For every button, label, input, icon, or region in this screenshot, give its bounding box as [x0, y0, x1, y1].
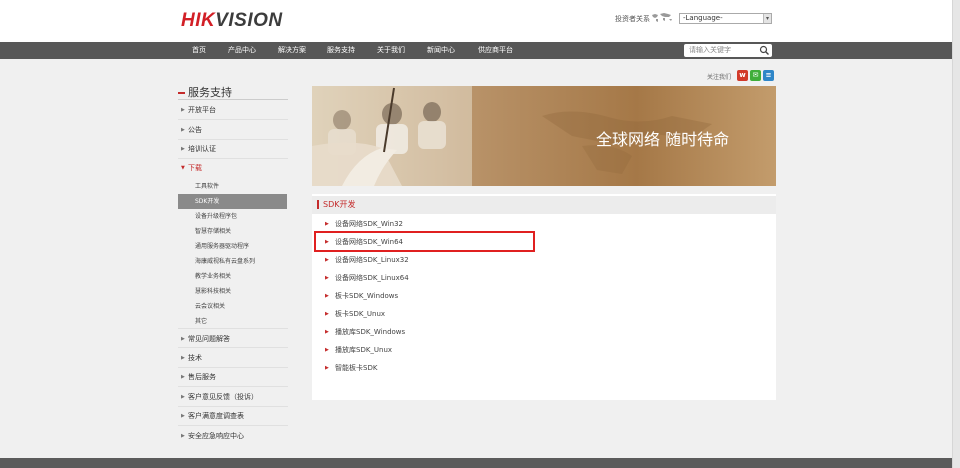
wechat-icon[interactable]: ✉ [750, 70, 761, 81]
nav-item-suppliers[interactable]: 供应商平台 [478, 42, 513, 59]
nav-item-news[interactable]: 新闻中心 [427, 42, 455, 59]
caret-right-icon: ▶ [181, 355, 185, 361]
caret-right-icon: ▶ [181, 127, 185, 133]
sidebar-item-training[interactable]: ▶ 培训认证 [178, 139, 288, 159]
search-input[interactable]: 请输入关键字 [684, 44, 772, 57]
sidebar-item-survey[interactable]: ▶ 客户满意度调查表 [178, 406, 288, 426]
caret-right-icon: ▶ [181, 107, 185, 113]
sdk-link-player-unux[interactable]: ▶ 播放库SDK_Unux [322, 344, 392, 356]
caret-right-icon: ▶ [325, 329, 329, 335]
sidebar-subitem-server-drivers[interactable]: 通用服务器驱动程序 [178, 239, 287, 254]
sdk-link-card-windows[interactable]: ▶ 板卡SDK_Windows [322, 290, 398, 302]
hikvision-logo[interactable]: HIKVISION [181, 10, 283, 32]
follow-us-label: 关注我们 [707, 74, 732, 81]
sidebar-item-announcements[interactable]: ▶ 公告 [178, 120, 288, 140]
title-marker-icon [178, 92, 185, 94]
highlight-box [314, 231, 535, 252]
caret-right-icon: ▶ [325, 311, 329, 317]
sdk-link-card-unux[interactable]: ▶ 板卡SDK_Unux [322, 308, 385, 320]
hero-banner: 全球网络 随时待命 [312, 86, 776, 186]
caret-right-icon: ▶ [325, 257, 329, 263]
vertical-scrollbar[interactable] [952, 0, 960, 468]
sdk-link-smart-card[interactable]: ▶ 智能板卡SDK [322, 362, 377, 374]
main-nav: 首页 产品中心 解决方案 服务支持 关于我们 新闻中心 供应商平台 [0, 42, 952, 59]
banner-image: 全球网络 随时待命 [312, 86, 776, 186]
nav-item-about[interactable]: 关于我们 [377, 42, 405, 59]
title-marker-icon [317, 200, 319, 209]
caret-down-icon: ▼ [181, 165, 185, 171]
sidebar-subitem-cloud-meeting[interactable]: 云会议相关 [178, 299, 287, 314]
sidebar-subitem-private-cloud[interactable]: 海康威视私有云盘系列 [178, 254, 287, 269]
sidebar-subitem-firmware[interactable]: 设备升级程序包 [178, 209, 287, 224]
sidebar-title: 服务支持 [178, 84, 232, 100]
sidebar-subitem-tools[interactable]: 工具软件 [178, 179, 287, 194]
caret-right-icon: ▶ [325, 365, 329, 371]
caret-right-icon: ▶ [325, 221, 329, 227]
caret-right-icon: ▶ [325, 347, 329, 353]
sidebar-subitem-sdk[interactable]: SDK开发 [178, 194, 287, 209]
sidebar-item-tech[interactable]: ▶ 技术 [178, 348, 288, 368]
nav-item-home[interactable]: 首页 [192, 42, 206, 59]
nav-item-support[interactable]: 服务支持 [327, 42, 355, 59]
search-icon[interactable] [759, 45, 770, 56]
caret-right-icon: ▶ [181, 374, 185, 380]
sidebar-item-faq[interactable]: ▶ 常见问题解答 [178, 328, 288, 348]
sidebar-item-open-platform[interactable]: ▶ 开放平台 [178, 100, 288, 120]
sidebar-item-feedback[interactable]: ▶ 客户意见反馈（投诉） [178, 387, 288, 407]
chevron-down-icon[interactable]: ▾ [763, 14, 771, 23]
nav-item-products[interactable]: 产品中心 [228, 42, 256, 59]
site-header: HIKVISION 投资者关系 -Language- ▾ [0, 0, 952, 42]
caret-right-icon: ▶ [181, 336, 185, 342]
sidebar-item-after-sales[interactable]: ▶ 售后服务 [178, 367, 288, 387]
banner-slogan: 全球网络 随时待命 [596, 130, 729, 149]
caret-right-icon: ▶ [181, 394, 185, 400]
caret-right-icon: ▶ [325, 275, 329, 281]
nav-item-solutions[interactable]: 解决方案 [278, 42, 306, 59]
caret-right-icon: ▶ [181, 433, 185, 439]
site-footer [0, 458, 952, 468]
sidebar-subitem-other[interactable]: 其它 [178, 314, 287, 329]
language-select[interactable]: -Language- ▾ [679, 13, 772, 24]
sdk-link-win32[interactable]: ▶ 设备网络SDK_Win32 [322, 218, 403, 230]
sidebar-item-security-response[interactable]: ▶ 安全应急响应中心 [178, 426, 288, 446]
sidebar-subitem-smart-storage[interactable]: 智慧存储相关 [178, 224, 287, 239]
sdk-link-player-windows[interactable]: ▶ 播放库SDK_Windows [322, 326, 405, 338]
caret-right-icon: ▶ [181, 146, 185, 152]
world-map-icon [652, 13, 672, 22]
sdk-link-linux64[interactable]: ▶ 设备网络SDK_Linux64 [322, 272, 409, 284]
list-icon[interactable]: ≡ [763, 70, 774, 81]
sidebar-subitem-education[interactable]: 教学业务相关 [178, 269, 287, 284]
caret-right-icon: ▶ [325, 293, 329, 299]
weibo-icon[interactable]: w [737, 70, 748, 81]
sidebar-subitem-huiying[interactable]: 慧影科技相关 [178, 284, 287, 299]
investor-relations-link[interactable]: 投资者关系 [615, 14, 650, 24]
sidebar-item-download[interactable]: ▼ 下载 [178, 158, 288, 178]
sdk-link-linux32[interactable]: ▶ 设备网络SDK_Linux32 [322, 254, 409, 266]
caret-right-icon: ▶ [181, 413, 185, 419]
panel-header: SDK开发 [312, 196, 776, 214]
